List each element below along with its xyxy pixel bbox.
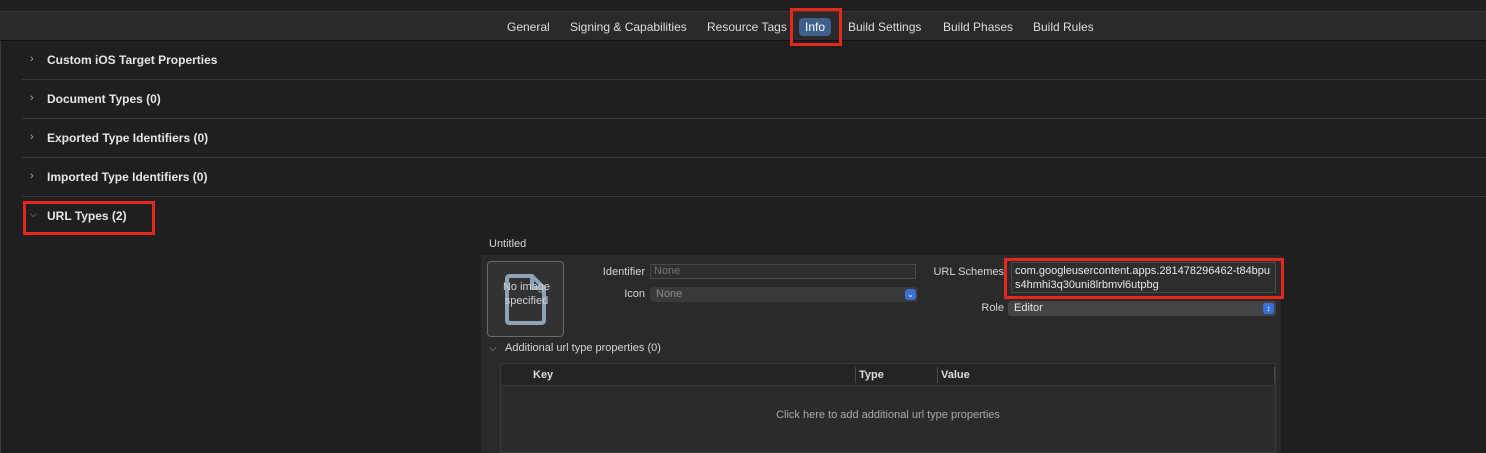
- chevron-down-icon[interactable]: ⌵: [30, 209, 40, 221]
- add-property-hint[interactable]: Click here to add additional url type pr…: [501, 409, 1275, 421]
- chevron-updown-icon: ↕: [1263, 303, 1274, 314]
- section-label: Custom iOS Target Properties: [47, 53, 218, 67]
- url-schemes-field[interactable]: com.googleusercontent.apps.281478296462-…: [1011, 262, 1276, 293]
- chevron-down-icon: ⌵: [489, 343, 497, 354]
- column-key[interactable]: Key: [533, 369, 553, 381]
- chevron-right-icon[interactable]: ›: [30, 92, 40, 104]
- tab-signing-capabilities[interactable]: Signing & Capabilities: [564, 18, 693, 36]
- icon-popup-value: None: [656, 288, 683, 300]
- column-divider: [1274, 367, 1275, 383]
- role-label: Role: [981, 302, 1004, 314]
- chevron-updown-icon: ⌄: [905, 289, 916, 300]
- chevron-right-icon[interactable]: ›: [30, 131, 40, 143]
- identifier-label: Identifier: [602, 266, 645, 278]
- column-value[interactable]: Value: [941, 369, 970, 381]
- section-url-types[interactable]: ⌵ URL Types (2): [22, 197, 1486, 236]
- tab-info[interactable]: Info: [799, 18, 832, 36]
- url-type-card: No image specified Identifier None Icon …: [481, 255, 1281, 453]
- section-label: Exported Type Identifiers (0): [47, 131, 209, 145]
- table-header: Key Type Value: [501, 364, 1275, 386]
- editor-left-border: [0, 41, 1, 453]
- url-type-entry: Untitled No image specified Identifier N…: [481, 234, 1281, 453]
- additional-properties-table[interactable]: Key Type Value Click here to add additio…: [500, 363, 1276, 453]
- role-popup[interactable]: Editor ↕: [1008, 301, 1276, 316]
- column-divider: [855, 367, 856, 383]
- column-type[interactable]: Type: [859, 369, 884, 381]
- tab-build-phases[interactable]: Build Phases: [937, 18, 1019, 36]
- section-custom-ios-target-properties[interactable]: › Custom iOS Target Properties: [22, 41, 1486, 80]
- editor-tab-bar: General Signing & Capabilities Resource …: [0, 12, 1486, 41]
- identifier-field[interactable]: None: [650, 264, 916, 279]
- icon-popup[interactable]: None ⌄: [650, 287, 918, 302]
- section-label: Document Types (0): [47, 92, 161, 106]
- window-top-strip: [0, 0, 1486, 12]
- section-imported-type-identifiers[interactable]: › Imported Type Identifiers (0): [22, 158, 1486, 197]
- url-schemes-label: URL Schemes: [933, 266, 1004, 278]
- column-divider: [937, 367, 938, 383]
- chevron-right-icon[interactable]: ›: [30, 53, 40, 65]
- additional-properties-label: Additional url type properties (0): [505, 342, 661, 354]
- role-popup-value: Editor: [1014, 302, 1043, 314]
- url-type-image-well[interactable]: No image specified: [487, 261, 564, 337]
- no-image-text: No image specified: [502, 281, 551, 307]
- additional-properties-disclosure[interactable]: ⌵ Additional url type properties (0): [489, 342, 661, 354]
- chevron-right-icon[interactable]: ›: [30, 170, 40, 182]
- tab-build-settings[interactable]: Build Settings: [842, 18, 927, 36]
- section-document-types[interactable]: › Document Types (0): [22, 80, 1486, 119]
- tab-resource-tags[interactable]: Resource Tags: [701, 18, 793, 36]
- url-type-title: Untitled: [489, 238, 527, 250]
- section-label: Imported Type Identifiers (0): [47, 170, 208, 184]
- section-exported-type-identifiers[interactable]: › Exported Type Identifiers (0): [22, 119, 1486, 158]
- tab-general[interactable]: General: [501, 18, 556, 36]
- tab-build-rules[interactable]: Build Rules: [1027, 18, 1100, 36]
- icon-label: Icon: [624, 288, 645, 300]
- section-label: URL Types (2): [47, 209, 127, 223]
